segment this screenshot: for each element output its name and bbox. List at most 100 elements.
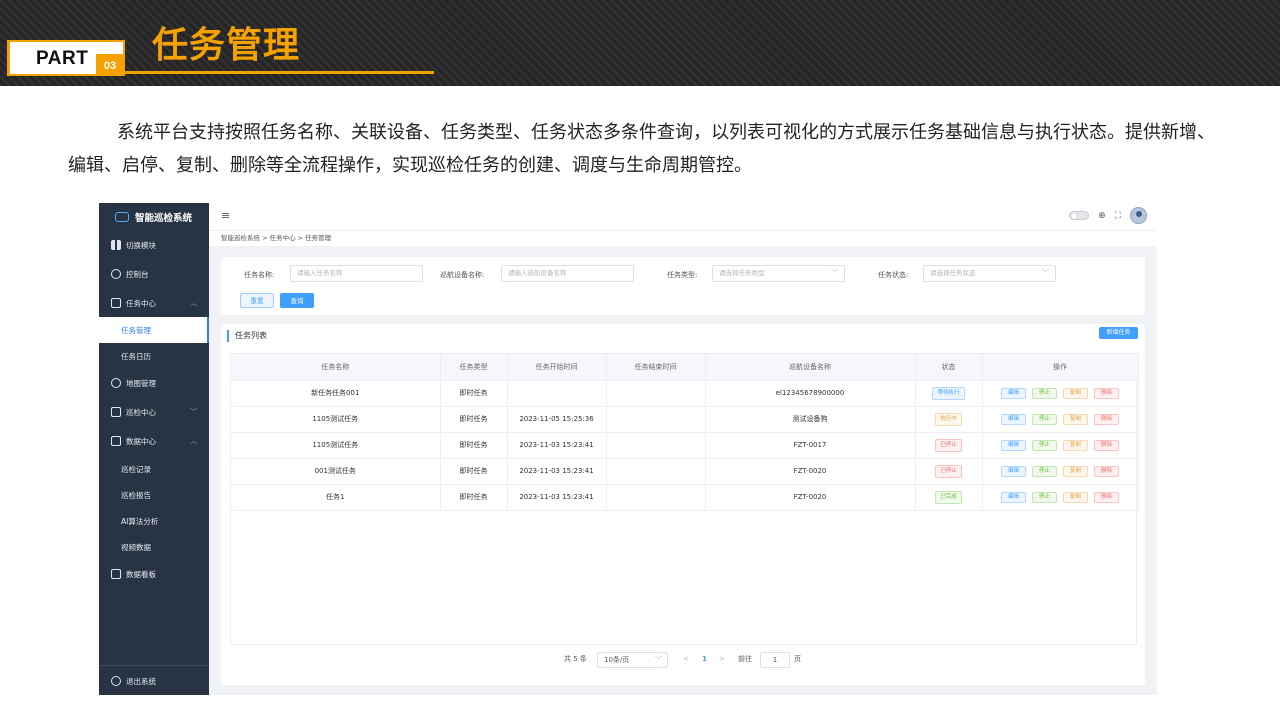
filter-panel: 任务名称: 请输入任务名称 巡航设备名称: 请输入巡航设备名称 任务类型: 请选… (221, 257, 1145, 315)
table-row: 新任务任务001 即时任务 el12345678900000 等待执行 编辑 停止 复制 删除 (231, 380, 1139, 407)
globe-icon[interactable]: ⊕ (1098, 211, 1106, 221)
copy-button[interactable]: 复制 (1063, 387, 1088, 399)
chevron-up-icon: ︿ (190, 437, 197, 445)
sidebar-item-dashboard[interactable]: 控制台 (99, 261, 209, 287)
copy-button[interactable]: 复制 (1063, 439, 1088, 451)
device-label: 巡航设备名称: (440, 271, 485, 279)
edit-button[interactable]: 编辑 (1001, 465, 1026, 477)
sidebar-item-task-manage[interactable]: 任务管理 (99, 317, 209, 343)
sidebar-item-label: 巡检记录 (121, 464, 151, 474)
task-type-cell: 即时任务 (440, 406, 508, 433)
search-button[interactable]: 查询 (280, 293, 314, 308)
edit-button[interactable]: 编辑 (1001, 491, 1026, 503)
end-time-cell (606, 380, 706, 407)
chevron-down-icon: ﹀ (831, 269, 838, 277)
stop-button[interactable]: 停止 (1032, 439, 1057, 451)
logout-button[interactable]: 退出系统 (99, 668, 209, 694)
edit-button[interactable]: 编辑 (1001, 413, 1026, 425)
table-row: 任务1 即时任务 2023-11-03 15:23:41 FZT-0020 已完成 编辑停… (231, 484, 1139, 511)
goto-label: 前往 (738, 655, 752, 663)
status-cell: 等待执行 (915, 380, 983, 407)
sidebar-item-patrol-center[interactable]: 巡检中心 ﹀ (99, 399, 209, 425)
sidebar-item-switch-module[interactable]: 切换模块 (99, 232, 209, 258)
end-time-cell (606, 406, 706, 433)
task-table: 任务名称 任务类型 任务开始时间 任务结束时间 巡航设备名称 状态 操作 新任务… (230, 353, 1139, 645)
end-time-cell (606, 458, 706, 485)
status-badge: 已停止 (935, 464, 962, 478)
table-row: 1105测试任务 即时任务 2023-11-05 15:25:36 测试设备狗 执行中 编… (231, 406, 1139, 433)
sidebar-item-task-center[interactable]: 任务中心 ︿ (99, 290, 209, 316)
patrol-icon (111, 407, 121, 417)
status-badge: 已完成 (935, 490, 962, 504)
menu-icon[interactable]: ≡ (221, 209, 230, 222)
reset-button[interactable]: 重置 (240, 293, 274, 308)
edit-button[interactable]: 编辑 (1001, 439, 1026, 451)
board-icon (111, 569, 121, 579)
delete-button[interactable]: 删除 (1094, 413, 1119, 425)
part-number: 03 (96, 54, 124, 76)
end-time-cell (606, 484, 706, 511)
copy-button[interactable]: 复制 (1063, 491, 1088, 503)
status-cell: 已完成 (915, 484, 983, 511)
task-name-label: 任务名称: (244, 271, 275, 279)
stop-button[interactable]: 停止 (1032, 387, 1057, 399)
sidebar-item-task-calendar[interactable]: 任务日历 (99, 343, 209, 369)
sidebar-item-map-manage[interactable]: 地图管理 (99, 370, 209, 396)
sidebar-item-data-center[interactable]: 数据中心 ︿ (99, 428, 209, 454)
add-task-button[interactable]: 新增任务 (1099, 327, 1138, 339)
stop-button[interactable]: 停止 (1032, 413, 1057, 425)
stop-button[interactable]: 停止 (1032, 465, 1057, 477)
delete-button[interactable]: 删除 (1094, 491, 1119, 503)
task-list-title: 任务列表 (227, 330, 267, 342)
start-time-cell: 2023-11-03 15:23:41 (507, 432, 607, 459)
status-cell: 已停止 (915, 432, 983, 459)
goto-page-input[interactable]: 1 (760, 652, 790, 668)
task-type-select[interactable]: 请选择任务类型 ﹀ (712, 265, 845, 282)
edit-button[interactable]: 编辑 (1001, 387, 1026, 399)
actions-cell: 编辑 停止 复制 删除 (982, 380, 1139, 407)
delete-button[interactable]: 删除 (1094, 439, 1119, 451)
sidebar-item-patrol-records[interactable]: 巡检记录 (99, 456, 209, 482)
total-count: 共 5 条 (564, 655, 587, 663)
device-name-input[interactable]: 请输入巡航设备名称 (501, 265, 634, 282)
status-badge: 执行中 (935, 412, 962, 426)
stop-button[interactable]: 停止 (1032, 491, 1057, 503)
page-number[interactable]: 1 (702, 651, 707, 668)
task-icon (111, 298, 121, 308)
delete-button[interactable]: 删除 (1094, 387, 1119, 399)
sidebar-item-video-data[interactable]: 视频数据 (99, 534, 209, 560)
delete-button[interactable]: 删除 (1094, 465, 1119, 477)
sidebar-divider (99, 665, 209, 666)
sidebar-item-data-board[interactable]: 数据看板 (99, 561, 209, 587)
column-header: 任务开始时间 (507, 354, 607, 381)
next-page-button[interactable]: > (719, 651, 725, 668)
sidebar-item-label: 任务管理 (121, 325, 151, 335)
theme-toggle[interactable] (1069, 211, 1090, 220)
title-underline (125, 71, 434, 74)
status-cell: 已停止 (915, 458, 983, 485)
task-name-input[interactable]: 请输入任务名称 (290, 265, 423, 282)
page-size-select[interactable]: 10条/页 ﹀ (597, 652, 668, 668)
chevron-down-icon: ﹀ (190, 408, 197, 416)
sidebar: 智能巡检系统 切换模块 控制台 任务中心 ︿ 任务管理 任务日历 地图管理 巡检… (99, 203, 209, 695)
sidebar-item-label: 地图管理 (126, 378, 156, 388)
column-header: 操作 (982, 354, 1139, 381)
sidebar-item-ai-analysis[interactable]: AI算法分析 (99, 508, 209, 534)
grid-icon (111, 240, 121, 250)
fullscreen-icon[interactable]: ⛶ (1115, 211, 1121, 221)
task-status-select[interactable]: 请选择任务状态 ﹀ (923, 265, 1056, 282)
task-type-cell: 即时任务 (440, 432, 508, 459)
copy-button[interactable]: 复制 (1063, 413, 1088, 425)
task-type-label: 任务类型: (667, 271, 698, 279)
device-name-cell: 测试设备狗 (705, 406, 916, 433)
task-type-placeholder: 请选择任务类型 (719, 269, 765, 277)
task-list-card: 任务列表 新增任务 任务名称 任务类型 任务开始时间 任务结束时间 巡航设备名称… (221, 324, 1145, 685)
avatar[interactable] (1130, 207, 1147, 224)
table-row: 001测试任务 即时任务 2023-11-03 15:23:41 FZT-0020 已停… (231, 458, 1139, 485)
prev-page-button[interactable]: < (683, 651, 689, 668)
copy-button[interactable]: 复制 (1063, 465, 1088, 477)
column-header: 任务名称 (231, 354, 441, 381)
sidebar-item-patrol-report[interactable]: 巡检报告 (99, 482, 209, 508)
task-status-placeholder: 请选择任务状态 (930, 269, 976, 277)
sidebar-item-label: 巡检中心 (126, 407, 156, 417)
